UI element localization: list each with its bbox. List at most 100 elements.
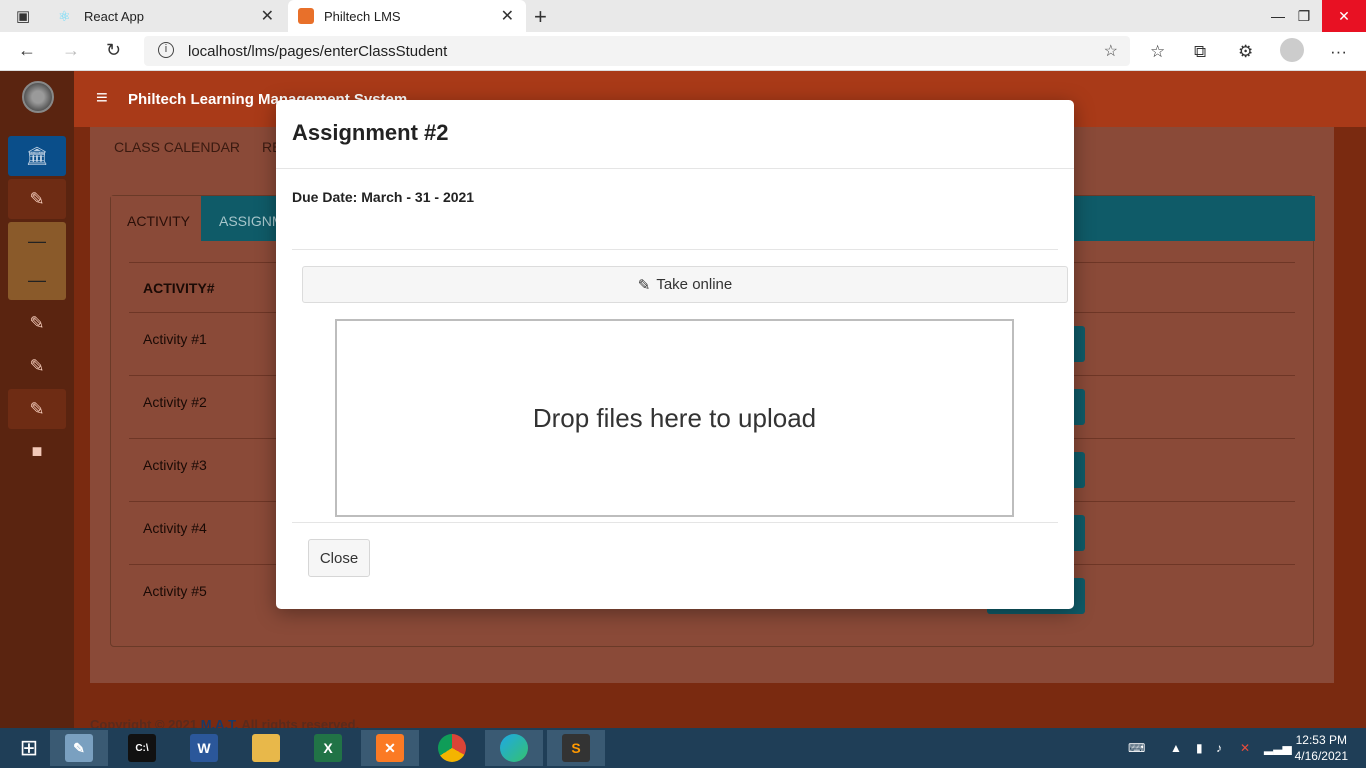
taskbar-app-sublime[interactable]: S (547, 730, 605, 766)
sidebar-item-edit-2[interactable]: ✎ (8, 303, 66, 343)
take-online-button[interactable]: ✎ Take online (302, 266, 1068, 303)
clock-time: 12:53 PM (1295, 733, 1347, 747)
philtech-favicon-icon (298, 8, 314, 24)
sidebar-item-edit-4[interactable]: ✎ (8, 389, 66, 429)
clock-date: 4/16/2021 (1294, 749, 1348, 763)
volume-icon[interactable]: ♪ (1216, 728, 1222, 768)
footer-link[interactable]: M.A.T. (201, 717, 239, 728)
collections-icon[interactable]: ⧉ (1194, 42, 1206, 62)
url-text: localhost/lms/pages/enterClassStudent (188, 42, 448, 60)
folder-icon (252, 734, 280, 762)
taskbar-app-word[interactable]: W (175, 730, 233, 766)
subnav-class-calendar[interactable]: CLASS CALENDAR (114, 139, 240, 155)
table-row: Activity #3 (143, 457, 207, 473)
taskbar-app-excel[interactable]: X (299, 730, 357, 766)
tab-title: React App (84, 8, 144, 24)
footer-prefix: Copyright © 2021 (90, 717, 201, 728)
favorites-icon[interactable]: ☆ (1150, 42, 1165, 62)
footer-suffix: All rights reserved. (238, 717, 360, 728)
tab-assignment[interactable]: ASSIGNM (219, 196, 284, 246)
edit-icon: ✎ (29, 312, 45, 333)
extensions-icon[interactable]: ⚙ (1238, 42, 1253, 62)
modal-header-divider (276, 168, 1074, 169)
table-header-activity: ACTIVITY# (143, 280, 215, 296)
new-tab-icon[interactable]: + (534, 4, 547, 30)
forward-icon[interactable]: → (62, 40, 80, 61)
edit-icon: ✎ (29, 398, 45, 419)
assignment-modal: Assignment #2 Due Date: March - 31 - 202… (276, 100, 1074, 609)
sidebar-item-video[interactable]: ■ (8, 431, 66, 471)
react-favicon-icon: ⚛ (58, 8, 71, 24)
taskbar-app-xampp[interactable]: ✕ (361, 730, 419, 766)
tab-react-app[interactable]: ⚛ React App ✕ (48, 0, 286, 32)
close-tab-icon[interactable]: ✕ (501, 6, 514, 26)
windows-taskbar: ⊞ ✎ C:\ W X ✕ S ⌨ ▲ ▮ ♪ ✕ ▂▃▅ 12:53 PM 4… (0, 728, 1366, 768)
sidebar-item-home[interactable]: 🏛 (8, 136, 66, 176)
maximize-icon[interactable]: ❐ (1282, 0, 1326, 32)
address-bar: ← → ↻ i localhost/lms/pages/enterClassSt… (0, 32, 1366, 71)
table-row: Activity #4 (143, 520, 207, 536)
close-tab-icon[interactable]: ✕ (261, 6, 274, 26)
profile-avatar[interactable] (1280, 38, 1304, 62)
sidebar-item-edit-1[interactable]: ✎ (8, 179, 66, 219)
table-row: Activity #1 (143, 331, 207, 347)
network-error-icon[interactable]: ✕ (1240, 728, 1250, 768)
tab-activity[interactable]: ACTIVITY (111, 196, 201, 241)
battery-icon[interactable]: ▮ (1196, 728, 1203, 768)
taskbar-app-chrome[interactable] (423, 730, 481, 766)
taskbar-app-cmd[interactable]: C:\ (113, 730, 171, 766)
tab-title: Philtech LMS (324, 8, 401, 24)
xampp-icon: ✕ (376, 734, 404, 762)
due-date-value: March - 31 - 2021 (361, 189, 475, 205)
windows-logo-icon: ⊞ (19, 735, 39, 760)
tab-actions-icon[interactable]: ▣ (16, 7, 30, 25)
modal-divider (292, 249, 1058, 250)
taskbar-app-edge[interactable] (485, 730, 543, 766)
close-window-icon[interactable]: ✕ (1322, 0, 1366, 32)
chrome-icon (438, 734, 466, 762)
back-icon[interactable]: ← (18, 40, 36, 61)
footer: Copyright © 2021 M.A.T. All rights reser… (90, 717, 359, 728)
edge-icon (500, 734, 528, 762)
bank-icon: 🏛 (25, 145, 49, 166)
table-row: Activity #2 (143, 394, 207, 410)
school-logo (22, 81, 54, 113)
paint-icon: ✎ (65, 734, 93, 762)
due-date-label: Due Date: (292, 189, 358, 205)
file-dropzone[interactable]: Drop files here to upload (335, 319, 1014, 517)
info-icon[interactable]: i (158, 42, 174, 58)
due-date: Due Date: March - 31 - 2021 (292, 189, 474, 205)
edit-icon: ✎ (637, 276, 651, 294)
close-label: Close (319, 549, 359, 567)
edit-icon: ✎ (29, 355, 45, 376)
sidebar-item-collapsed[interactable]: — — (8, 222, 66, 300)
hamburger-menu-icon[interactable]: ≡ (96, 87, 108, 110)
more-menu-icon[interactable]: ··· (1330, 42, 1347, 62)
video-camera-icon: ■ (31, 440, 43, 461)
keyboard-icon[interactable]: ⌨ (1128, 728, 1145, 768)
sidebar-item-edit-3[interactable]: ✎ (8, 346, 66, 386)
signal-icon[interactable]: ▂▃▅ (1264, 728, 1292, 768)
refresh-icon[interactable]: ↻ (106, 40, 121, 61)
browser-tab-bar: ▣ ⚛ React App ✕ Philtech LMS ✕ + — ❐ ✕ (0, 0, 1366, 32)
excel-icon: X (314, 734, 342, 762)
dash-icon: — (28, 270, 46, 290)
table-row: Activity #5 (143, 583, 207, 599)
dropzone-label: Drop files here to upload (532, 402, 817, 433)
word-icon: W (190, 734, 218, 762)
url-field[interactable]: i localhost/lms/pages/enterClassStudent … (144, 36, 1130, 66)
modal-footer-divider (292, 522, 1058, 523)
taskbar-app-explorer[interactable] (237, 730, 295, 766)
sublime-icon: S (562, 734, 590, 762)
edit-icon: ✎ (29, 188, 45, 209)
add-favorite-icon[interactable]: ☆ (1104, 41, 1118, 61)
close-button[interactable]: Close (308, 539, 370, 577)
terminal-icon: C:\ (128, 734, 156, 762)
taskbar-app-paint[interactable]: ✎ (50, 730, 108, 766)
taskbar-clock[interactable]: 12:53 PM 4/16/2021 (1295, 732, 1348, 764)
take-online-label: Take online (656, 276, 733, 293)
tray-expand-icon[interactable]: ▲ (1170, 728, 1182, 768)
sidebar: 🏛 ✎ — — ✎ ✎ ✎ ■ (0, 71, 74, 728)
tab-philtech-lms[interactable]: Philtech LMS ✕ (288, 0, 526, 32)
dash-icon: — (28, 231, 46, 251)
